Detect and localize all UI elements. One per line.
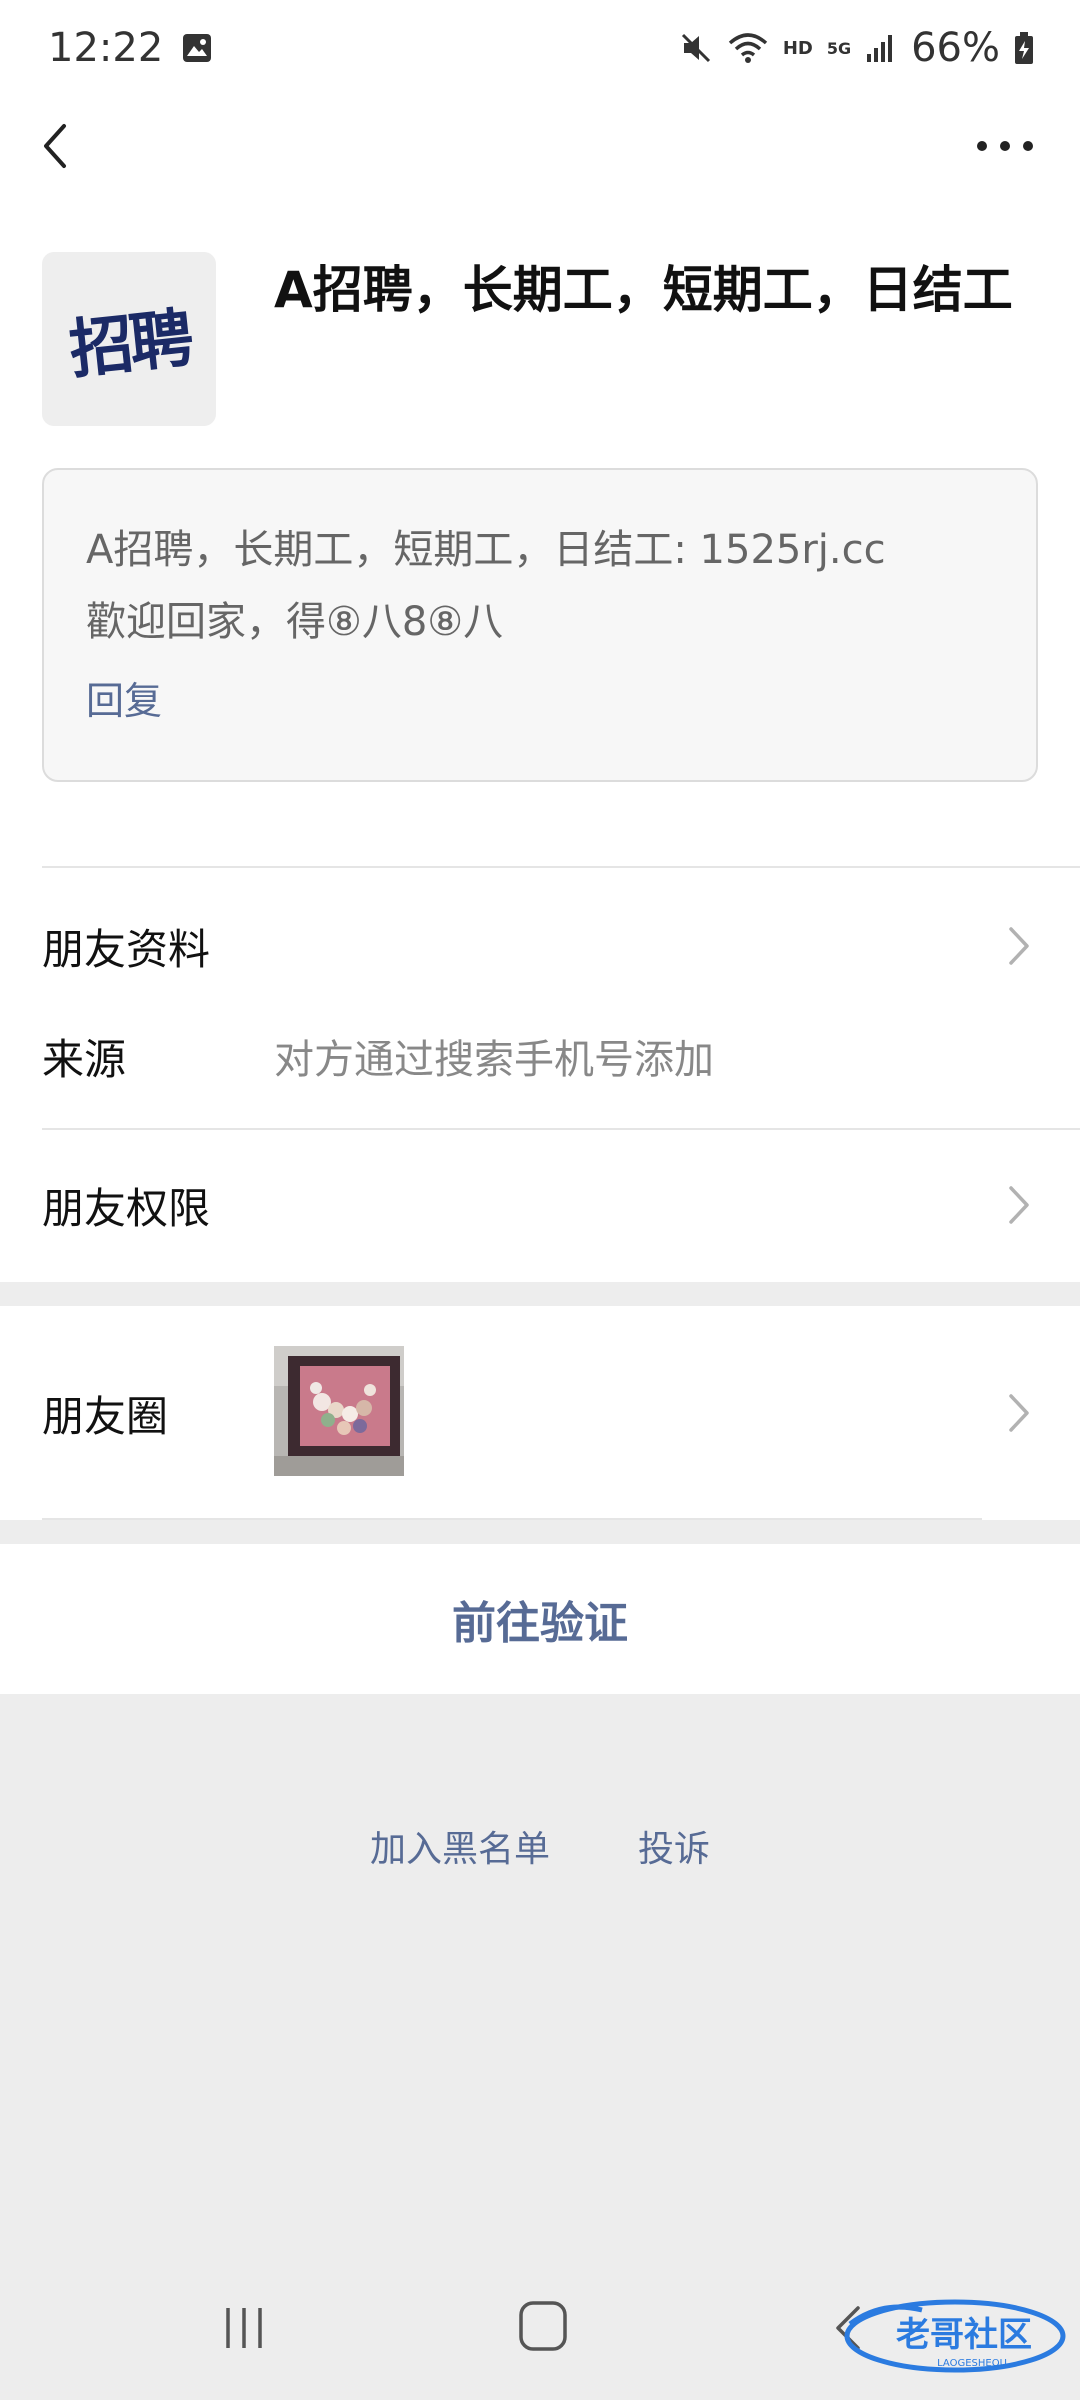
status-time: 12:22 [48,25,164,71]
home-icon[interactable] [518,2300,568,2352]
wifi-icon [728,33,767,63]
moments-label: 朋友圈 [42,1391,169,1441]
chevron-left-icon[interactable] [30,116,90,176]
gallery-icon [183,34,212,62]
divider [42,866,1080,868]
friend-info-label: 朋友资料 [42,924,211,974]
friend-permissions-label: 朋友权限 [42,1183,211,1233]
bottom-links: 加入黑名单 投诉 [0,1820,1080,1872]
header-bar [0,96,1080,194]
chevron-right-icon [1009,1186,1029,1224]
more-horizontal-icon[interactable] [970,116,1040,176]
source-value: 对方通过搜索手机号添加 [274,1037,714,1083]
profile-name: A招聘，长期工，短期工，日结工 [274,261,1013,319]
reply-link[interactable]: 回复 [86,670,162,725]
report-link[interactable]: 投诉 [638,1820,710,1872]
hd-indicator: HD [782,37,813,59]
battery-percent: 66% [911,25,1000,71]
friend-info-row[interactable]: 朋友资料 [0,880,1080,1012]
community-watermark-logo: 老哥社区 LAOGESHEQU [844,2299,1066,2373]
status-left: 12:22 [48,25,213,71]
avatar-text: 招聘 [65,300,194,389]
chevron-right-icon [1009,1394,1029,1432]
verification-message-card: A招聘，长期工，短期工，日结工: 1525rj.cc 歡迎回家，得⑧八8⑧八 回… [42,468,1038,782]
signal-icon [867,35,893,62]
go-verify-button[interactable]: 前往验证 [0,1544,1080,1694]
add-to-blacklist-link[interactable]: 加入黑名单 [370,1820,550,1872]
friend-permissions-row[interactable]: 朋友权限 [0,1140,1080,1270]
5g-indicator: 5G [826,38,852,58]
avatar[interactable]: 招聘 [42,252,216,426]
section-gap [0,1520,1080,1544]
source-row: 来源 对方通过搜索手机号添加 [0,1000,1080,1112]
verification-message-text: A招聘，长期工，短期工，日结工: 1525rj.cc 歡迎回家，得⑧八8⑧八 [86,527,886,645]
status-bar: 12:22 HD 5G 66% [0,0,1080,96]
moments-row[interactable]: 朋友圈 [0,1306,1080,1520]
watermark-sub: LAOGESHEQU [937,2358,1007,2369]
status-right: HD 5G 66% [679,25,1034,71]
section-gap [0,1282,1080,1306]
battery-charging-icon [1015,32,1033,64]
chevron-right-icon [1009,927,1029,965]
moments-photo-thumbnail[interactable] [274,1346,404,1476]
watermark-text: 老哥社区 [896,2315,1032,2355]
divider [42,1128,1080,1130]
recent-apps-icon[interactable] [220,2304,268,2352]
mute-icon [681,33,710,63]
source-label: 来源 [42,1034,127,1084]
